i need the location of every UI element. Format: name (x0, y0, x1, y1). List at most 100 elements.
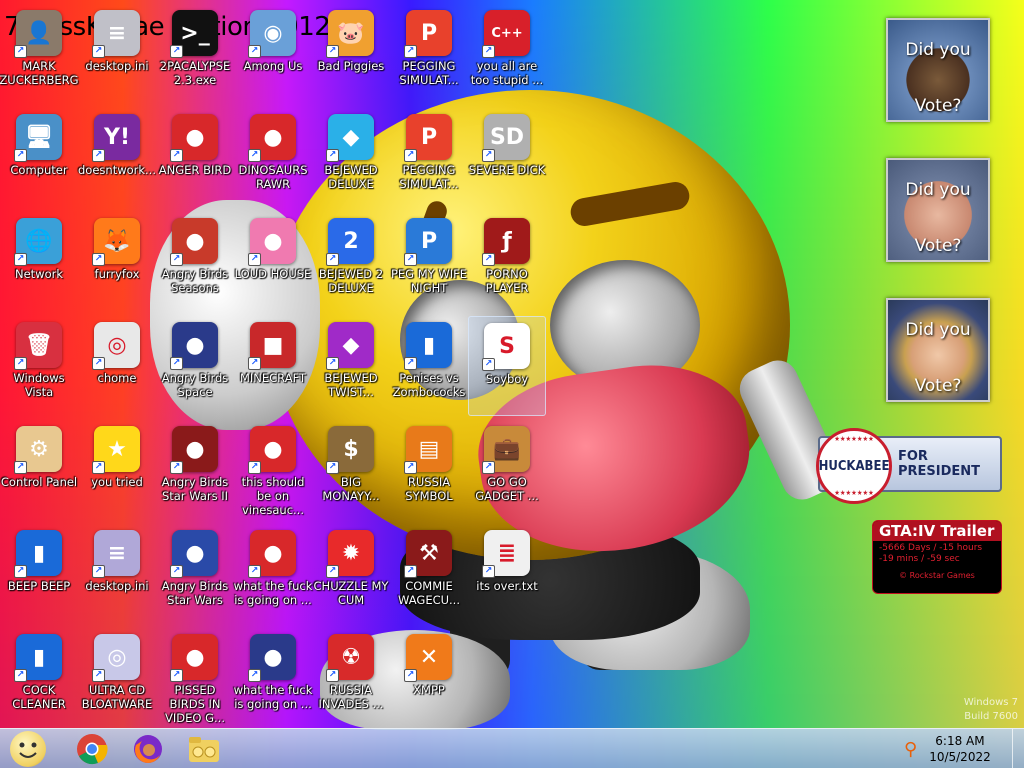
settings-file-icon: ≡ ↗ (92, 10, 140, 58)
desktop-icon[interactable]: ✹ ↗ CHUZZLE MY CUM (312, 524, 390, 624)
desktop-icon[interactable]: ☢ ↗ RUSSIA INVADES ... (312, 628, 390, 728)
gta-line1: -5666 Days / -15 hours (879, 543, 983, 553)
desktop-icon[interactable]: ⚒ ↗ COMMIE WAGECU... (390, 524, 468, 624)
desktop-icon-label: furryfox (94, 267, 140, 281)
start-button[interactable] (8, 730, 48, 768)
desktop-icon[interactable]: ◆ ↗ BEJEWED DELUXE (312, 108, 390, 208)
desktop-icon[interactable]: ◆ ↗ BEJEWED TWIST... (312, 316, 390, 416)
shortcut-arrow-icon: ↗ (14, 357, 27, 370)
gta-countdown-gadget[interactable]: GTA:IV Trailer -5666 Days / -15 hours -1… (872, 520, 1002, 594)
desktop-icon[interactable]: ▮ ↗ COCK CLEANER (0, 628, 78, 728)
gem-twist-icon: ◆ ↗ (326, 322, 374, 370)
desktop-icon[interactable]: ≣ ↗ its over.txt (468, 524, 546, 624)
desktop-icon[interactable]: S ↗ Soyboy (468, 316, 546, 416)
desktop-icon[interactable]: P ↗ PEGGING SIMULAT... (390, 4, 468, 104)
desktop-icon-label: BEJEWED TWIST... (324, 371, 378, 399)
desktop-icon[interactable]: ■ ↗ MINECRAFT (234, 316, 312, 416)
desktop-icon[interactable]: ● ↗ what the fuck is going on ... (234, 628, 312, 728)
vote-gadget-clinton[interactable]: Did you Vote? (886, 298, 990, 402)
vote-gadget-obama[interactable]: Did you Vote? (886, 18, 990, 122)
flash-icon: ƒ ↗ (482, 218, 530, 266)
shortcut-arrow-icon: ↗ (92, 669, 105, 682)
angry-bird-icon: ● ↗ (170, 114, 218, 162)
desktop-icon[interactable]: ● ↗ Angry Birds Star Wars (156, 524, 234, 624)
search-icon[interactable]: ⚲ (904, 739, 917, 760)
desktop-icon[interactable]: ● ↗ PISSED BIRDS IN VIDEO G... (156, 628, 234, 728)
system-tray: ⚲ 6:18 AM 10/5/2022 (904, 729, 1024, 768)
cd-icon: ◎ ↗ (92, 634, 140, 682)
shortcut-arrow-icon: ↗ (92, 357, 105, 370)
desktop-icon[interactable]: C++ ↗ you all are too stupid ... (468, 4, 546, 104)
shortcut-arrow-icon: ↗ (14, 461, 27, 474)
desktop-icon-label: PEG MY WIFE NIGHT (390, 267, 467, 295)
shortcut-arrow-icon: ↗ (14, 45, 27, 58)
desktop-icon[interactable]: ● ↗ DINOSAURS RAWR (234, 108, 312, 208)
star-wars-bird-icon: ● ↗ (170, 426, 218, 474)
desktop-icon-label: COCK CLEANER (12, 683, 66, 711)
desktop-icon[interactable]: ● ↗ what the fuck is going on ... (234, 524, 312, 624)
desktop-icon[interactable]: P ↗ PEGGING SIMULAT... (390, 108, 468, 208)
taskbar-firefox-button[interactable] (120, 730, 176, 768)
desktop-icon[interactable]: ◎ ↗ chome (78, 316, 156, 416)
clock-date: 10/5/2022 (929, 750, 991, 764)
taskbar-explorer-button[interactable] (176, 730, 232, 768)
desktop-icon[interactable]: 2 ↗ BEJEWED 2 DELUXE (312, 212, 390, 312)
desktop-icon-label: PISSED BIRDS IN VIDEO G... (165, 683, 225, 725)
desktop-icon[interactable]: ▮ ↗ BEEP BEEP (0, 524, 78, 624)
desktop-icon-label: RUSSIA SYMBOL (405, 475, 453, 503)
desktop-icon[interactable]: ● ↗ ANGER BIRD (156, 108, 234, 208)
smiley-start-icon (10, 730, 46, 767)
desktop-icon[interactable]: ◎ ↗ ULTRA CD BLOATWARE (78, 628, 156, 728)
windows-build-watermark: Windows 7 Build 7600 (964, 696, 1018, 724)
sd-gear-icon: SD ↗ (482, 114, 530, 162)
desktop-icon-label: Bad Piggies (317, 59, 385, 73)
s-logo-icon: S ↗ (482, 323, 530, 371)
blue-file-icon: ▮ ↗ (14, 634, 62, 682)
desktop-icon-label: MINECRAFT (239, 371, 307, 385)
desktop-icon[interactable]: ★ ↗ you tried (78, 420, 156, 520)
desktop-icon[interactable]: ● ↗ this should be on vinesauc... (234, 420, 312, 520)
desktop-icon[interactable]: ● ↗ Angry Birds Seasons (156, 212, 234, 312)
money-bag-icon: $ ↗ (326, 426, 374, 474)
desktop-icon[interactable]: 🌐 ↗ Network (0, 212, 78, 312)
shortcut-arrow-icon: ↗ (404, 461, 417, 474)
huckabee-gadget[interactable]: ★★★★★★★ HUCKABEE ★★★★★★★ FOR PRESIDENT (816, 428, 1002, 504)
desktop-icon[interactable]: $ ↗ BIG MONAYY... (312, 420, 390, 520)
desktop-icon[interactable]: Y! ↗ doesntwork... (78, 108, 156, 208)
watermark-line2: Build 7600 (964, 711, 1018, 722)
desktop-icon[interactable]: ● ↗ Angry Birds Star Wars II (156, 420, 234, 520)
desktop-icon[interactable]: ✕ ↗ XMPP (390, 628, 468, 728)
taskbar-clock[interactable]: 6:18 AM 10/5/2022 (929, 733, 991, 765)
desktop-icon[interactable]: ▤ ↗ RUSSIA SYMBOL (390, 420, 468, 520)
desktop-icon[interactable]: ▮ ↗ Penises vs Zombococks (390, 316, 468, 416)
desktop-icon[interactable]: ● ↗ Angry Birds Space (156, 316, 234, 416)
desktop-icon[interactable]: 🗑 ↗ Windows Vista (0, 316, 78, 416)
desktop-icon[interactable]: P ↗ PEG MY WIFE NIGHT (390, 212, 468, 312)
settings-file-icon: ≡ ↗ (92, 530, 140, 578)
desktop-icon-label: you all are too stupid ... (470, 59, 544, 87)
desktop-icon[interactable]: ≡ ↗ desktop.ini (78, 4, 156, 104)
desktop-icon[interactable]: 👤 ↗ MARK ZUCKERBERG (0, 4, 79, 104)
person-icon: 👤 ↗ (14, 10, 62, 58)
desktop-icon[interactable]: 🖥 ↗ Computer (0, 108, 78, 208)
vote-gadget-mccain[interactable]: Did you Vote? (886, 158, 990, 262)
desktop-icon[interactable]: ƒ ↗ PORNO PLAYER (468, 212, 546, 312)
desktop-icon[interactable]: ● ↗ LOUD HOUSE (234, 212, 312, 312)
desktop-icon[interactable]: >_ ↗ 2PACALYPSE 2.3.exe (156, 4, 234, 104)
desktop-icon[interactable]: 🐷 ↗ Bad Piggies (312, 4, 390, 104)
desktop-icon[interactable]: SD ↗ SEVERE DICK (468, 108, 546, 208)
desktop-icon[interactable]: 🦊 ↗ furryfox (78, 212, 156, 312)
p-logo-icon: P ↗ (404, 218, 452, 266)
text-file-icon: ≣ ↗ (482, 530, 530, 578)
shortcut-arrow-icon: ↗ (14, 565, 27, 578)
angry-bird-icon: ● ↗ (248, 114, 296, 162)
shortcut-arrow-icon: ↗ (326, 45, 339, 58)
desktop-icon[interactable]: ⚙ ↗ Control Panel (0, 420, 78, 520)
desktop-icon[interactable]: ◉ ↗ Among Us (234, 4, 312, 104)
desktop-icon-label: PEGGING SIMULAT... (399, 163, 459, 191)
show-desktop-button[interactable] (1012, 729, 1024, 768)
desktop-icon[interactable]: 💼 ↗ GO GO GADGET ... (468, 420, 546, 520)
gem-2-icon: 2 ↗ (326, 218, 374, 266)
desktop-icon[interactable]: ≡ ↗ desktop.ini (78, 524, 156, 624)
taskbar-chrome-button[interactable] (64, 730, 120, 768)
